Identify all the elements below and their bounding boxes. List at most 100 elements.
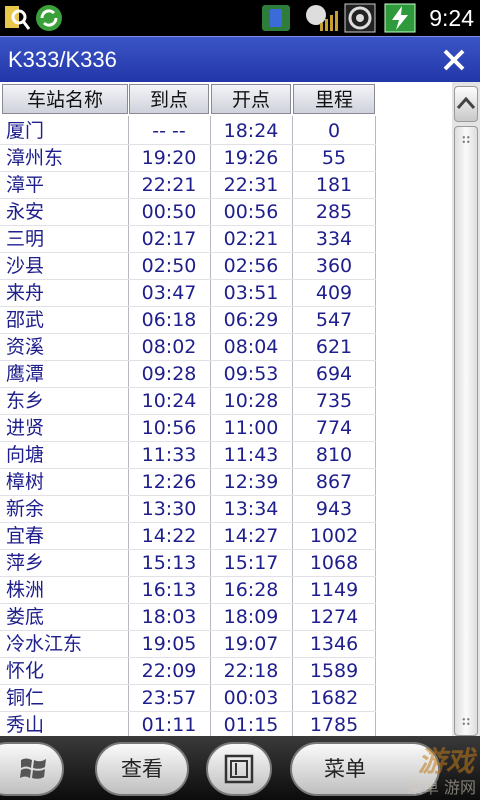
distance: 1002 (309, 525, 359, 547)
station-name: 樟树 (6, 471, 45, 493)
station-name: 娄底 (6, 606, 45, 628)
departure-time: 22:18 (223, 660, 279, 682)
arrival-time: 23:57 (141, 687, 197, 709)
departure-time: 12:39 (223, 471, 279, 493)
station-name: 萍乡 (6, 552, 45, 574)
arrival-time: 13:30 (141, 498, 197, 520)
battery-icon[interactable] (384, 3, 416, 33)
grip-icon (462, 718, 470, 725)
station-name: 向塘 (6, 444, 45, 466)
column-header-distance[interactable]: 里程 (293, 84, 375, 114)
departure-time: 10:28 (223, 390, 279, 412)
keyboard-icon (224, 754, 254, 784)
distance: 0 (327, 120, 341, 142)
table-row[interactable]: 铜仁 23:57 00:03 1682 (0, 685, 452, 712)
clock[interactable]: 9:24 (429, 3, 474, 33)
watermark-subtext: 菜单 游网 (406, 778, 476, 797)
station-name: 漳平 (6, 174, 45, 196)
scrollbar[interactable] (452, 82, 480, 736)
arrival-time: 10:56 (141, 417, 197, 439)
departure-time: 18:24 (223, 120, 279, 142)
keyboard-button[interactable] (206, 742, 272, 796)
distance: 810 (315, 444, 353, 466)
distance: 1274 (309, 606, 359, 628)
departure-time: 02:56 (223, 255, 279, 277)
status-bar: 9:24 (0, 0, 480, 36)
close-icon[interactable] (438, 44, 470, 76)
table-row[interactable]: 新余 13:30 13:34 943 (0, 496, 452, 523)
table-header: 车站名称 到点 开点 里程 (0, 84, 376, 116)
column-header-station[interactable]: 车站名称 (2, 84, 128, 114)
watermark: 游戏 菜单 游网 (300, 738, 480, 800)
table-row[interactable]: 厦门 -- -- 18:24 0 (0, 118, 452, 145)
table-row[interactable]: 沙县 02:50 02:56 360 (0, 253, 452, 280)
table-row[interactable]: 进贤 10:56 11:00 774 (0, 415, 452, 442)
table-row[interactable]: 漳平 22:21 22:31 181 (0, 172, 452, 199)
start-button[interactable] (0, 742, 64, 796)
table-row[interactable]: 向塘 11:33 11:43 810 (0, 442, 452, 469)
column-header-departure[interactable]: 开点 (211, 84, 291, 114)
station-name: 永安 (6, 201, 45, 223)
station-name: 宜春 (6, 525, 45, 547)
station-name: 进贤 (6, 417, 45, 439)
distance: 735 (315, 390, 353, 412)
sync-icon[interactable] (34, 3, 64, 33)
distance: 334 (315, 228, 353, 250)
view-button[interactable]: 查看 (95, 742, 189, 796)
table-row[interactable]: 萍乡 15:13 15:17 1068 (0, 550, 452, 577)
station-name: 三明 (6, 228, 45, 250)
table-row[interactable]: 株洲 16:13 16:28 1149 (0, 577, 452, 604)
table-row[interactable]: 资溪 08:02 08:04 621 (0, 334, 452, 361)
table-row[interactable]: 怀化 22:09 22:18 1589 (0, 658, 452, 685)
table-row[interactable]: 樟树 12:26 12:39 867 (0, 469, 452, 496)
table-row[interactable]: 漳州东 19:20 19:26 55 (0, 145, 452, 172)
departure-time: 18:09 (223, 606, 279, 628)
departure-time: 22:31 (223, 174, 279, 196)
arrival-time: -- -- (152, 120, 186, 142)
search-icon[interactable] (2, 3, 32, 33)
arrival-time: 18:03 (141, 606, 197, 628)
distance: 1068 (309, 552, 359, 574)
station-name: 怀化 (6, 660, 45, 682)
window-title: K333/K336 (8, 47, 117, 72)
arrival-time: 19:05 (141, 633, 197, 655)
distance: 1682 (309, 687, 359, 709)
distance: 547 (315, 309, 353, 331)
table-row[interactable]: 来舟 03:47 03:51 409 (0, 280, 452, 307)
departure-time: 02:21 (223, 228, 279, 250)
arrival-time: 19:20 (141, 147, 197, 169)
station-name: 鹰潭 (6, 363, 45, 385)
arrival-time: 10:24 (141, 390, 197, 412)
connectivity-icon[interactable] (260, 3, 292, 33)
arrival-time: 00:50 (141, 201, 197, 223)
title-bar: K333/K336 (0, 36, 480, 83)
departure-time: 19:07 (223, 633, 279, 655)
scroll-up-button[interactable] (454, 86, 478, 122)
scroll-thumb[interactable] (454, 126, 478, 736)
table-row[interactable]: 娄底 18:03 18:09 1274 (0, 604, 452, 631)
column-header-arrival[interactable]: 到点 (129, 84, 209, 114)
signal-icon[interactable] (298, 3, 338, 33)
distance: 867 (315, 471, 353, 493)
table-row[interactable]: 邵武 06:18 06:29 547 (0, 307, 452, 334)
departure-time: 00:03 (223, 687, 279, 709)
station-name: 新余 (6, 498, 45, 520)
table-row[interactable]: 鹰潭 09:28 09:53 694 (0, 361, 452, 388)
table-row[interactable]: 永安 00:50 00:56 285 (0, 199, 452, 226)
station-name: 沙县 (6, 255, 45, 277)
table-row[interactable]: 秀山 01:11 01:15 1785 (0, 712, 452, 736)
departure-time: 09:53 (223, 363, 279, 385)
departure-time: 00:56 (223, 201, 279, 223)
arrival-time: 03:47 (141, 282, 197, 304)
table-row[interactable]: 三明 02:17 02:21 334 (0, 226, 452, 253)
view-button-label: 查看 (121, 757, 163, 781)
volume-icon[interactable] (344, 3, 376, 33)
table-row[interactable]: 东乡 10:24 10:28 735 (0, 388, 452, 415)
table-row[interactable]: 冷水江东 19:05 19:07 1346 (0, 631, 452, 658)
distance: 409 (315, 282, 353, 304)
timetable[interactable]: 车站名称 到点 开点 里程 厦门 -- -- 18:24 0 漳州东 19:20 19:26… (0, 82, 452, 736)
distance: 943 (315, 498, 353, 520)
table-row[interactable]: 宜春 14:22 14:27 1002 (0, 523, 452, 550)
departure-time: 14:27 (223, 525, 279, 547)
arrival-time: 08:02 (141, 336, 197, 358)
